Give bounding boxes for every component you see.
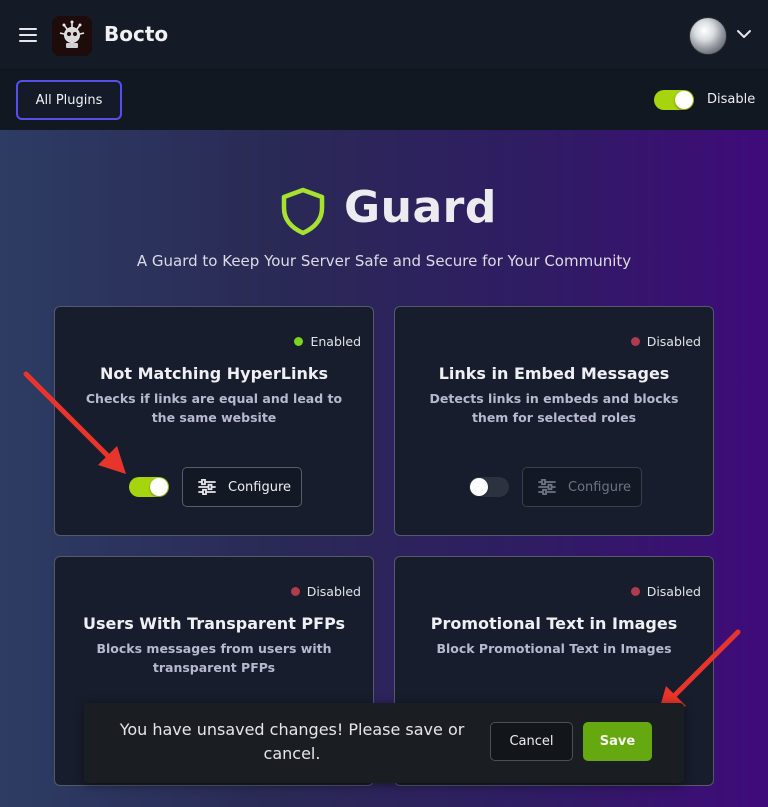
status-dot: [630, 337, 640, 346]
plugin-card-links-in-embed-messages: Disabled Links in Embed Messages Detects…: [394, 306, 714, 536]
page-title: Guard: [344, 182, 497, 233]
unsaved-changes-message: You have unsaved changes! Please save or…: [119, 720, 465, 763]
status-dot: [294, 337, 304, 346]
feature-toggle[interactable]: [469, 477, 509, 497]
status-badge: Enabled: [294, 334, 361, 349]
plugin-global-toggle[interactable]: [654, 90, 694, 110]
feature-toggle[interactable]: [129, 477, 169, 497]
app-title: Bocto: [104, 22, 169, 46]
status-badge: Disabled: [630, 584, 701, 599]
card-description: Block Promotional Text in Images: [436, 641, 672, 656]
card-title: Users With Transparent PFPs: [82, 614, 346, 633]
status-label: Enabled: [310, 334, 361, 349]
plugin-toolbar: All Plugins Disable: [0, 70, 768, 130]
card-description: Detects links in embeds and blocks them …: [429, 391, 679, 425]
configure-button[interactable]: Configure: [522, 467, 642, 507]
card-description: Blocks messages from users with transpar…: [96, 641, 332, 675]
toggle-knob: [675, 91, 693, 109]
status-label: Disabled: [306, 584, 361, 599]
all-plugins-button[interactable]: All Plugins: [16, 80, 122, 120]
user-avatar[interactable]: [689, 17, 727, 55]
sliders-icon: [538, 479, 556, 495]
configure-label: Configure: [228, 479, 292, 495]
toggle-knob: [150, 478, 168, 496]
cancel-button[interactable]: Cancel: [490, 722, 573, 761]
save-button[interactable]: Save: [583, 722, 652, 761]
configure-label: Configure: [568, 479, 632, 495]
chevron-down-icon[interactable]: [736, 28, 752, 40]
configure-button[interactable]: Configure: [182, 467, 302, 507]
global-toggle-label: Disable: [707, 92, 756, 107]
status-label: Disabled: [646, 584, 701, 599]
shield-icon: [281, 187, 325, 236]
toggle-knob: [470, 478, 488, 496]
top-navigation-bar: Bocto: [0, 0, 768, 70]
page-subtitle: A Guard to Keep Your Server Safe and Sec…: [136, 252, 632, 270]
status-label: Disabled: [646, 334, 701, 349]
status-badge: Disabled: [290, 584, 361, 599]
status-badge: Disabled: [630, 334, 701, 349]
status-dot: [630, 587, 640, 596]
card-title: Links in Embed Messages: [438, 364, 670, 383]
sliders-icon: [198, 479, 216, 495]
unsaved-changes-bar: You have unsaved changes! Please save or…: [84, 703, 684, 783]
hamburger-icon[interactable]: [19, 28, 37, 42]
bot-logo[interactable]: [52, 16, 92, 56]
annotation-arrow-toggle: [23, 371, 126, 474]
status-dot: [290, 587, 300, 596]
